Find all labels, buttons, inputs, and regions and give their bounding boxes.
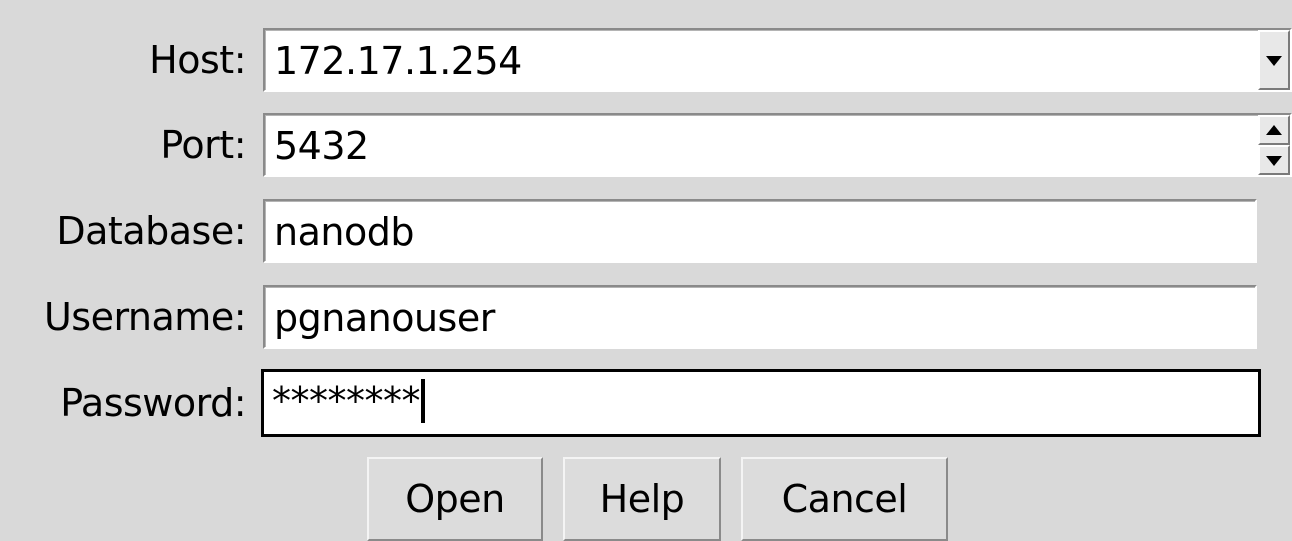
username-field[interactable]: pgnanouser bbox=[263, 285, 1257, 349]
host-dropdown-button[interactable] bbox=[1258, 30, 1290, 90]
username-input[interactable]: pgnanouser bbox=[274, 287, 495, 349]
help-button[interactable]: Help bbox=[563, 457, 721, 541]
port-input[interactable]: 5432 bbox=[274, 115, 369, 177]
host-combobox[interactable]: 172.17.1.254 bbox=[263, 28, 1292, 92]
host-label: Host: bbox=[149, 38, 246, 82]
password-field[interactable]: ******** bbox=[261, 369, 1261, 437]
database-label: Database: bbox=[56, 209, 246, 253]
database-field[interactable]: nanodb bbox=[263, 199, 1257, 263]
open-button[interactable]: Open bbox=[367, 457, 543, 541]
username-label: Username: bbox=[43, 295, 247, 339]
text-caret bbox=[421, 378, 425, 423]
spin-up-icon bbox=[1266, 125, 1282, 135]
chevron-down-icon bbox=[1266, 56, 1282, 66]
cancel-button[interactable]: Cancel bbox=[741, 457, 948, 541]
password-label: Password: bbox=[60, 381, 246, 425]
port-decrement-button[interactable] bbox=[1258, 145, 1290, 175]
host-input[interactable]: 172.17.1.254 bbox=[274, 30, 522, 92]
spin-down-icon bbox=[1266, 156, 1282, 166]
password-input[interactable]: ******** bbox=[272, 372, 425, 430]
port-label: Port: bbox=[160, 123, 246, 167]
connection-dialog: Host: 172.17.1.254 Port: 5432 Database: … bbox=[0, 0, 1292, 541]
password-mask: ******** bbox=[272, 379, 421, 423]
port-spinbox[interactable]: 5432 bbox=[263, 113, 1292, 177]
database-input[interactable]: nanodb bbox=[274, 201, 414, 263]
port-increment-button[interactable] bbox=[1258, 115, 1290, 145]
